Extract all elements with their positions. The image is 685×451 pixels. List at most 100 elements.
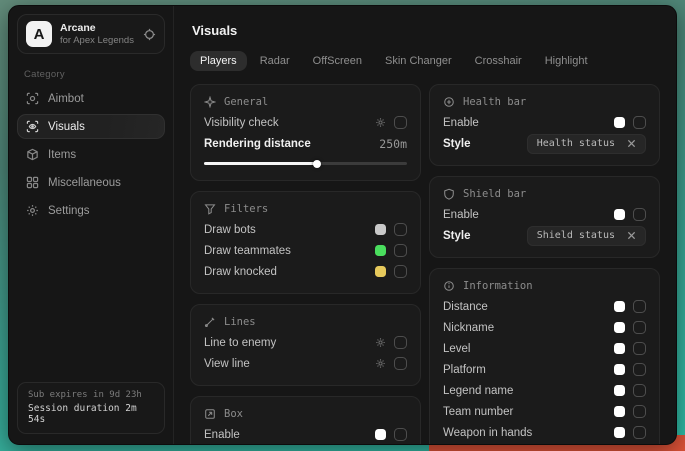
setting-row-box-enable: Enable xyxy=(204,424,407,444)
shield-icon xyxy=(443,188,455,200)
view-line-checkbox[interactable] xyxy=(394,357,407,370)
funnel-icon xyxy=(204,203,216,215)
app-window: A Arcane for Apex Legends Category xyxy=(8,5,677,445)
sidebar-item-label: Visuals xyxy=(48,121,85,133)
setting-row-line-to-enemy: Line to enemy xyxy=(204,332,407,353)
distance-checkbox[interactable] xyxy=(633,300,646,313)
sidebar-nav: Aimbot Visuals Items xyxy=(17,86,165,223)
setting-row-draw-teammates: Draw teammates xyxy=(204,240,407,261)
sidebar: A Arcane for Apex Legends Category xyxy=(9,6,174,444)
color-swatch[interactable] xyxy=(614,343,625,354)
sidebar-item-settings[interactable]: Settings xyxy=(17,198,165,223)
card-title: Information xyxy=(463,280,533,292)
setting-row-distance: Distance xyxy=(443,296,646,317)
setting-row-weapon-in-hands: Weapon in hands xyxy=(443,422,646,443)
crosshair-scan-icon xyxy=(26,92,39,105)
color-swatch[interactable] xyxy=(614,406,625,417)
setting-row-draw-knocked: Draw knocked xyxy=(204,261,407,282)
eye-scan-icon xyxy=(26,120,39,133)
card-shield-bar: Shield bar Enable Style Shield s xyxy=(429,176,660,258)
tab-offscreen[interactable]: OffScreen xyxy=(303,51,372,71)
nickname-checkbox[interactable] xyxy=(633,321,646,334)
sidebar-item-visuals[interactable]: Visuals xyxy=(17,114,165,139)
subscription-info: Sub expires in 9d 23h Session duration 2… xyxy=(17,382,165,434)
tab-bar: Players Radar OffScreen Skin Changer Cro… xyxy=(190,51,660,71)
team-number-checkbox[interactable] xyxy=(633,405,646,418)
category-label: Category xyxy=(24,69,158,80)
color-swatch[interactable] xyxy=(614,209,625,220)
tab-crosshair[interactable]: Crosshair xyxy=(465,51,532,71)
brand-logo: A xyxy=(26,21,52,47)
setting-row-platform: Platform xyxy=(443,359,646,380)
tab-players[interactable]: Players xyxy=(190,51,247,71)
brand-name: Arcane xyxy=(60,22,134,34)
target-icon[interactable] xyxy=(143,28,156,41)
brand-subtitle: for Apex Legends xyxy=(60,35,134,46)
draw-knocked-checkbox[interactable] xyxy=(394,265,407,278)
pencil-line-icon xyxy=(204,316,216,328)
setting-row-shield-style: Style Shield status xyxy=(443,225,646,246)
tab-skin-changer[interactable]: Skin Changer xyxy=(375,51,462,71)
legend-name-checkbox[interactable] xyxy=(633,384,646,397)
card-information: Information Distance Nickname xyxy=(429,268,660,444)
color-swatch[interactable] xyxy=(614,427,625,438)
health-style-select[interactable]: Health status xyxy=(527,134,646,154)
line-to-enemy-checkbox[interactable] xyxy=(394,336,407,349)
brand-header: A Arcane for Apex Legends xyxy=(17,14,165,54)
main-content: Visuals Players Radar OffScreen Skin Cha… xyxy=(174,6,676,444)
platform-checkbox[interactable] xyxy=(633,363,646,376)
color-swatch[interactable] xyxy=(375,224,386,235)
color-swatch[interactable] xyxy=(375,429,386,440)
setting-row-visibility-check: Visibility check xyxy=(204,112,407,133)
sidebar-item-items[interactable]: Items xyxy=(17,142,165,167)
sub-expires-text: Sub expires in 9d 23h xyxy=(28,390,154,400)
settings-gear-icon[interactable] xyxy=(375,337,386,348)
color-swatch[interactable] xyxy=(614,364,625,375)
card-filters: Filters Draw bots Draw teammates xyxy=(190,191,421,294)
card-general: General Visibility check xyxy=(190,84,421,181)
tab-radar[interactable]: Radar xyxy=(250,51,300,71)
card-title: General xyxy=(224,96,268,108)
rendering-distance-value: 250m xyxy=(379,137,407,151)
slider-thumb[interactable] xyxy=(313,160,321,168)
card-title: Lines xyxy=(224,316,256,328)
weapon-in-hands-checkbox[interactable] xyxy=(633,426,646,439)
level-checkbox[interactable] xyxy=(633,342,646,355)
shield-enable-checkbox[interactable] xyxy=(633,208,646,221)
setting-row-health-enable: Enable xyxy=(443,112,646,133)
visibility-check-checkbox[interactable] xyxy=(394,116,407,129)
card-title: Shield bar xyxy=(463,188,526,200)
close-icon[interactable] xyxy=(627,231,636,240)
color-swatch[interactable] xyxy=(614,117,625,128)
session-duration-text: Session duration 2m 54s xyxy=(28,403,154,425)
shield-style-select[interactable]: Shield status xyxy=(527,226,646,246)
color-swatch[interactable] xyxy=(614,385,625,396)
health-enable-checkbox[interactable] xyxy=(633,116,646,129)
setting-row-view-line: View line xyxy=(204,353,407,374)
card-box: Box Enable Enable background xyxy=(190,396,421,444)
sparkle-icon xyxy=(204,96,216,108)
tab-highlight[interactable]: Highlight xyxy=(535,51,598,71)
sidebar-item-aimbot[interactable]: Aimbot xyxy=(17,86,165,111)
sidebar-item-label: Aimbot xyxy=(48,93,84,105)
setting-row-shield-enable: Enable xyxy=(443,204,646,225)
card-title: Box xyxy=(224,408,243,420)
color-swatch[interactable] xyxy=(375,245,386,256)
draw-teammates-checkbox[interactable] xyxy=(394,244,407,257)
gear-icon xyxy=(26,204,39,217)
draw-bots-checkbox[interactable] xyxy=(394,223,407,236)
settings-gear-icon[interactable] xyxy=(375,358,386,369)
card-title: Health bar xyxy=(463,96,526,108)
color-swatch[interactable] xyxy=(375,266,386,277)
box-enable-checkbox[interactable] xyxy=(394,428,407,441)
close-icon[interactable] xyxy=(627,139,636,148)
box-select-icon xyxy=(204,408,216,420)
card-health-bar: Health bar Enable Style Health s xyxy=(429,84,660,166)
color-swatch[interactable] xyxy=(614,301,625,312)
settings-gear-icon[interactable] xyxy=(375,117,386,128)
setting-row-draw-bots: Draw bots xyxy=(204,219,407,240)
sidebar-item-miscellaneous[interactable]: Miscellaneous xyxy=(17,170,165,195)
color-swatch[interactable] xyxy=(614,322,625,333)
rendering-distance-slider[interactable] xyxy=(204,162,407,165)
card-lines: Lines Line to enemy xyxy=(190,304,421,386)
